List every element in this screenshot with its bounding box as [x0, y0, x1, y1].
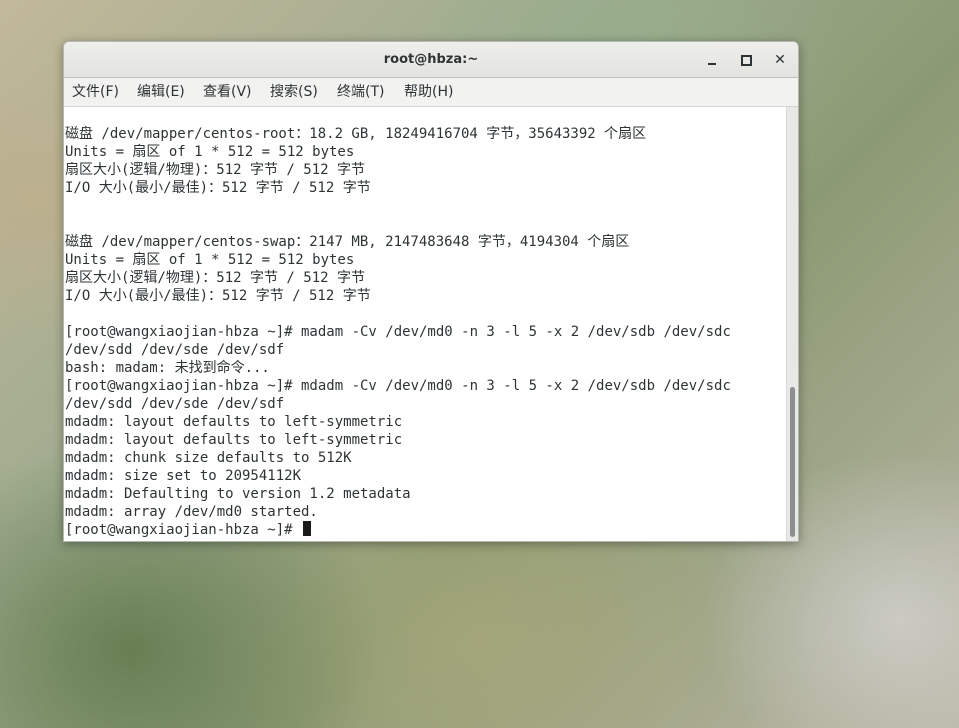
maximize-button[interactable] — [736, 50, 756, 70]
close-icon: ✕ — [774, 52, 786, 68]
terminal-line: Units = 扇区 of 1 * 512 = 512 bytes — [65, 144, 355, 160]
window-title: root@hbza:~ — [383, 52, 479, 67]
menu-search[interactable]: 搜索(S) — [270, 78, 318, 106]
menu-help[interactable]: 帮助(H) — [404, 78, 453, 106]
menu-bar: 文件(F) 编辑(E) 查看(V) 搜索(S) 终端(T) 帮助(H) — [64, 78, 798, 107]
terminal-line: mdadm: size set to 20954112K — [65, 468, 302, 484]
menu-edit[interactable]: 编辑(E) — [137, 78, 185, 106]
menu-file[interactable]: 文件(F) — [72, 78, 119, 106]
terminal-output[interactable]: 磁盘 /dev/mapper/centos-root：18.2 GB, 1824… — [64, 107, 786, 541]
terminal-line: [root@wangxiaojian-hbza ~]# madam -Cv /d… — [65, 324, 731, 340]
terminal-line: bash: madam: 未找到命令... — [65, 360, 270, 376]
terminal-line: mdadm: chunk size defaults to 512K — [65, 450, 352, 466]
minimize-button[interactable] — [702, 50, 722, 70]
terminal-line: mdadm: layout defaults to left-symmetric — [65, 432, 403, 448]
close-button[interactable]: ✕ — [770, 50, 790, 70]
terminal-line: mdadm: layout defaults to left-symmetric — [65, 414, 403, 430]
terminal-line: 扇区大小(逻辑/物理)：512 字节 / 512 字节 — [65, 270, 366, 286]
menu-terminal[interactable]: 终端(T) — [337, 78, 384, 106]
menu-view[interactable]: 查看(V) — [203, 78, 252, 106]
scrollbar-thumb[interactable] — [790, 387, 795, 537]
minimize-icon — [708, 62, 716, 65]
terminal-line: [root@wangxiaojian-hbza ~]# mdadm -Cv /d… — [65, 378, 731, 394]
prompt-text: [root@wangxiaojian-hbza ~]# — [65, 522, 302, 538]
terminal-line: mdadm: array /dev/md0 started. — [65, 504, 318, 520]
terminal-window: root@hbza:~ ✕ 文件(F) 编辑(E) 查看(V) 搜索(S) 终端… — [63, 41, 799, 542]
text-cursor — [303, 521, 312, 536]
terminal-line: I/O 大小(最小/最佳)：512 字节 / 512 字节 — [65, 180, 371, 196]
terminal-line: Units = 扇区 of 1 * 512 = 512 bytes — [65, 252, 355, 268]
terminal-line: 磁盘 /dev/mapper/centos-root：18.2 GB, 1824… — [65, 126, 647, 142]
terminal-line: /dev/sdd /dev/sde /dev/sdf — [65, 396, 285, 412]
maximize-icon — [740, 55, 752, 66]
title-bar[interactable]: root@hbza:~ ✕ — [64, 42, 798, 78]
terminal-line: /dev/sdd /dev/sde /dev/sdf — [65, 342, 285, 358]
terminal-line: 扇区大小(逻辑/物理)：512 字节 / 512 字节 — [65, 162, 366, 178]
terminal-scrollbar[interactable] — [786, 107, 798, 541]
terminal-line: mdadm: Defaulting to version 1.2 metadat… — [65, 486, 411, 502]
terminal-line: I/O 大小(最小/最佳)：512 字节 / 512 字节 — [65, 288, 371, 304]
terminal-line: 磁盘 /dev/mapper/centos-swap：2147 MB, 2147… — [65, 234, 630, 250]
prompt-line: [root@wangxiaojian-hbza ~]# — [65, 521, 312, 539]
